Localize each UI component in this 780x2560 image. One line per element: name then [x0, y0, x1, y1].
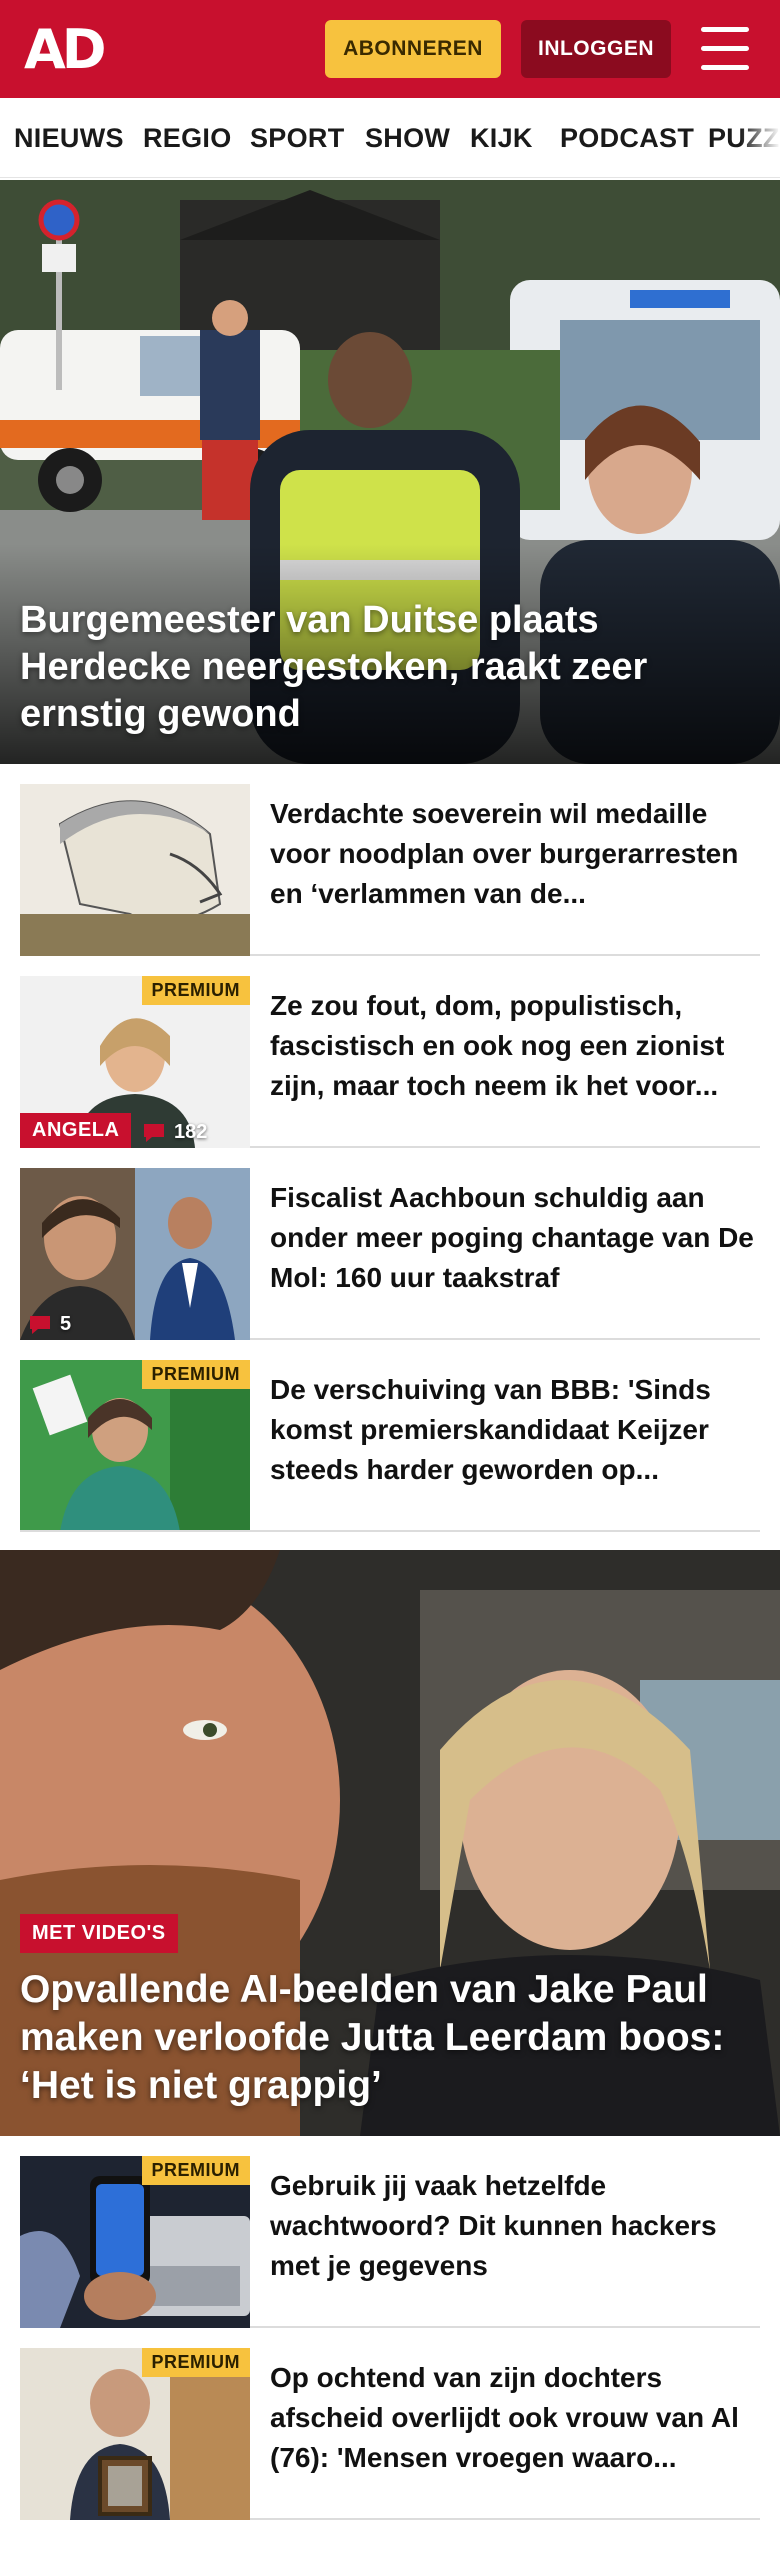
article-headline[interactable]: Verdachte soeverein wil medaille voor no…: [270, 794, 760, 914]
login-button[interactable]: INLOGGEN: [521, 20, 671, 78]
article-headline[interactable]: Gebruik jij vaak hetzelfde wachtwoord? D…: [270, 2166, 760, 2286]
nav-item-podcast[interactable]: PODCAST: [560, 98, 694, 177]
article-thumbnail: 5: [20, 1168, 250, 1340]
video-tag: MET VIDEO'S: [20, 1914, 178, 1953]
article-headline[interactable]: Op ochtend van zijn dochters afscheid ov…: [270, 2358, 760, 2478]
article-thumbnail: PREMIUM: [20, 2156, 250, 2328]
nav-item-nieuws[interactable]: NIEUWS: [14, 98, 124, 177]
divider: [250, 1338, 760, 1340]
nav-fade: [740, 98, 780, 177]
nav-item-sport[interactable]: SPORT: [250, 98, 345, 177]
hero-headline[interactable]: Opvallende AI-beelden van Jake Paul make…: [20, 1966, 770, 2110]
comment-icon: [30, 1315, 50, 1334]
list-item[interactable]: PREMIUM Op ochtend van zijn dochters afs…: [20, 2348, 760, 2520]
premium-badge: PREMIUM: [141, 2156, 250, 2185]
article-headline[interactable]: Ze zou fout, dom, populistisch, fascisti…: [270, 986, 760, 1106]
comment-count[interactable]: 182: [142, 1121, 207, 1144]
divider: [20, 1530, 760, 1532]
hero-headline[interactable]: Burgemeester van Duitse plaats Herdecke …: [20, 597, 750, 738]
hero-article[interactable]: Burgemeester van Duitse plaats Herdecke …: [0, 180, 780, 764]
article-thumbnail: PREMIUM: [20, 2348, 250, 2520]
comment-icon: [144, 1123, 164, 1142]
comment-count[interactable]: 5: [28, 1313, 71, 1336]
author-tag[interactable]: ANGELA: [20, 1113, 132, 1148]
ad-logo[interactable]: AD: [24, 18, 107, 81]
article-thumbnail: PREMIUM: [20, 1360, 250, 1532]
list-item[interactable]: PREMIUM Gebruik jij vaak hetzelfde wacht…: [20, 2156, 760, 2328]
hamburger-menu-icon[interactable]: [697, 25, 753, 73]
divider: [250, 954, 760, 956]
comment-count-value: 5: [60, 1313, 72, 1335]
nav-item-kijk[interactable]: KIJK: [470, 98, 533, 177]
top-header: AD ABONNEREN INLOGGEN: [0, 0, 780, 98]
article-thumbnail: [20, 784, 250, 956]
list-item[interactable]: PREMIUM ANGELA 182 Ze zou fout, dom, pop…: [20, 976, 760, 1148]
list-item[interactable]: Verdachte soeverein wil medaille voor no…: [20, 784, 760, 956]
article-headline[interactable]: Fiscalist Aachboun schuldig aan onder me…: [270, 1178, 760, 1298]
article-thumbnail: PREMIUM ANGELA 182: [20, 976, 250, 1148]
article-headline[interactable]: De verschuiving van BBB: 'Sinds komst pr…: [270, 1370, 760, 1490]
nav-item-show[interactable]: SHOW: [365, 98, 450, 177]
subscribe-button[interactable]: ABONNEREN: [325, 20, 501, 78]
divider: [250, 2326, 760, 2328]
hero-article-video[interactable]: MET VIDEO'S Opvallende AI-beelden van Ja…: [0, 1550, 780, 2136]
nav-item-regio[interactable]: REGIO: [143, 98, 232, 177]
premium-badge: PREMIUM: [141, 1360, 250, 1389]
comment-count-value: 182: [174, 1121, 208, 1143]
divider: [250, 1146, 760, 1148]
divider: [250, 2518, 760, 2520]
premium-badge: PREMIUM: [141, 976, 250, 1005]
list-item[interactable]: PREMIUM De verschuiving van BBB: 'Sinds …: [20, 1360, 760, 1532]
premium-badge: PREMIUM: [141, 2348, 250, 2377]
section-nav: NIEUWS REGIO SPORT SHOW KIJK PODCAST PUZ…: [0, 98, 780, 178]
list-item[interactable]: 5 Fiscalist Aachboun schuldig aan onder …: [20, 1168, 760, 1340]
